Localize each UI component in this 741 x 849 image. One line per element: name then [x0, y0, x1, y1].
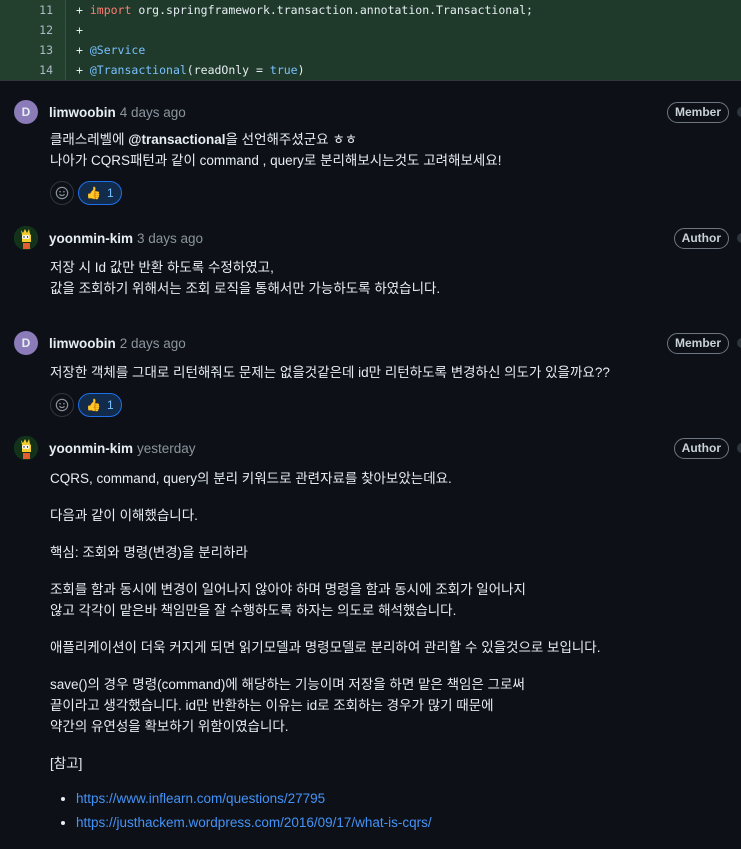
more-options-icon[interactable] — [737, 443, 741, 453]
reference-list: https://www.inflearn.com/questions/27795… — [50, 787, 727, 835]
thumbs-up-icon: 👍 — [86, 398, 101, 412]
line-number: 13 — [0, 40, 66, 60]
comment: yoonmin-kim 3 days ago Author 저장 시 Id 값만… — [0, 206, 741, 299]
timestamp[interactable]: yesterday — [137, 441, 196, 456]
timestamp[interactable]: 3 days ago — [137, 231, 203, 246]
thumbs-up-icon: 👍 — [86, 186, 101, 200]
author-badge: Author — [673, 437, 729, 459]
smiley-icon — [55, 186, 69, 200]
comment: D limwoobin 4 days ago Member 클래스레벨에 @tr… — [0, 81, 741, 206]
line-number: 14 — [0, 60, 66, 80]
code-line: + @Service — [76, 43, 146, 57]
reactions: 👍 1 — [50, 392, 727, 418]
avatar[interactable]: D — [14, 331, 38, 355]
reference-link[interactable]: https://www.inflearn.com/questions/27795 — [76, 791, 325, 806]
reference-link[interactable]: https://justhackem.wordpress.com/2016/09… — [76, 815, 432, 830]
more-options-icon[interactable] — [737, 233, 741, 243]
comment-body: CQRS, command, query의 분리 키워드로 관련자료를 찾아보았… — [50, 468, 727, 835]
thumbs-up-reaction[interactable]: 👍 1 — [78, 181, 122, 205]
list-item: https://www.inflearn.com/questions/27795 — [76, 787, 727, 811]
smiley-icon — [55, 398, 69, 412]
more-options-icon[interactable] — [737, 338, 741, 348]
code-line: + import org.springframework.transaction… — [76, 3, 533, 17]
comment-body: 저장 시 Id 값만 반환 하도록 수정하였고, 값을 조회하기 위해서는 조회… — [50, 260, 441, 296]
code-line: + — [76, 23, 83, 37]
diff-line: 13 + @Service — [0, 40, 741, 60]
review-thread: D limwoobin 4 days ago Member 클래스레벨에 @tr… — [0, 81, 741, 835]
diff-line: 11 + import org.springframework.transact… — [0, 0, 741, 20]
author-name[interactable]: yoonmin-kim — [49, 441, 133, 456]
author-name[interactable]: limwoobin — [49, 336, 116, 351]
avatar[interactable] — [14, 436, 38, 460]
comment: D limwoobin 2 days ago Member 저장한 객체를 그대… — [0, 299, 741, 418]
avatar[interactable] — [14, 226, 38, 250]
author-name[interactable]: limwoobin — [49, 105, 116, 120]
author-name[interactable]: yoonmin-kim — [49, 231, 133, 246]
line-number: 11 — [0, 0, 66, 20]
thumbs-up-reaction[interactable]: 👍 1 — [78, 393, 122, 417]
diff-line: 12 + — [0, 20, 741, 40]
reaction-count: 1 — [106, 398, 114, 412]
reactions: 👍 1 — [50, 180, 727, 206]
diff-block: 11 + import org.springframework.transact… — [0, 0, 741, 81]
reaction-count: 1 — [106, 186, 114, 200]
add-reaction-button[interactable] — [50, 393, 74, 417]
add-reaction-button[interactable] — [50, 181, 74, 205]
code-line: + @Transactional(readOnly = true) — [76, 63, 305, 77]
member-badge: Member — [666, 332, 729, 354]
timestamp[interactable]: 4 days ago — [120, 105, 186, 120]
list-item: https://justhackem.wordpress.com/2016/09… — [76, 811, 727, 835]
diff-line: 14 + @Transactional(readOnly = true) — [0, 60, 741, 80]
more-options-icon[interactable] — [737, 107, 741, 117]
comment-body: 저장한 객체를 그대로 리턴해줘도 문제는 없을것같은데 id만 리턴하도록 변… — [50, 365, 610, 380]
comment-body: 클래스레벨에 @transactional을 선언해주셨군요 ㅎㅎ 나아가 CQ… — [50, 132, 502, 168]
author-badge: Author — [673, 227, 729, 249]
timestamp[interactable]: 2 days ago — [120, 336, 186, 351]
avatar[interactable]: D — [14, 100, 38, 124]
user-avatar-icon — [14, 436, 38, 460]
member-badge: Member — [666, 101, 729, 123]
line-number: 12 — [0, 20, 66, 40]
user-avatar-icon — [14, 226, 38, 250]
comment: yoonmin-kim yesterday Author CQRS, comma… — [0, 418, 741, 835]
